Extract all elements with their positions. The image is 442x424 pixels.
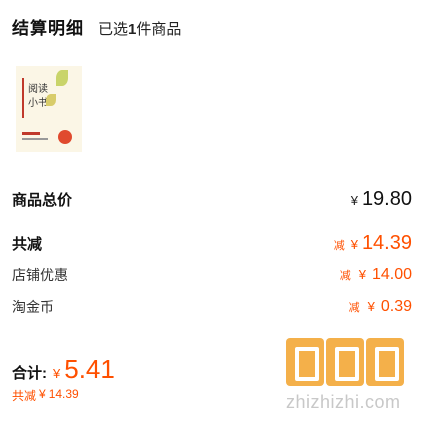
thumbnail-dot [58, 130, 72, 144]
thumbnail-text-1: 阅读 [28, 84, 48, 95]
total-price-label: 商品总价 [12, 191, 73, 209]
selected-count-text: 已选1件商品 [98, 18, 181, 39]
currency-symbol: ¥ [350, 192, 358, 208]
taojinbi-row[interactable]: 淘金币 减 ¥ 0.39 [12, 296, 412, 318]
store-discount-value: 减 ¥ 14.00 [340, 266, 412, 284]
total-saved-amount: 14.39 [48, 387, 79, 401]
selected-prefix: 已选 [98, 21, 129, 38]
taojinbi-amount: 0.39 [380, 298, 412, 315]
settlement-header: 结算明细 已选1件商品 [12, 14, 181, 44]
discount-row[interactable]: 共减 减 ¥ 14.39 [12, 230, 412, 256]
currency-symbol: ¥ [53, 366, 61, 381]
currency-symbol: ¥ [350, 236, 358, 252]
discount-label: 共减 [12, 235, 43, 253]
total-price-amount: 19.80 [361, 187, 412, 210]
discount-tag: 减 [333, 239, 345, 252]
currency-symbol: ¥ [358, 267, 366, 282]
product-thumbnail[interactable]: 阅读 小书 [16, 66, 82, 152]
total-saved-label: 共减 [12, 389, 37, 403]
taojinbi-value: 减 ¥ 0.39 [349, 298, 412, 316]
currency-symbol: ¥ [39, 387, 46, 401]
grand-total-amount: 5.41 [64, 354, 115, 384]
total-saved: 共减 ¥ 14.39 [12, 387, 115, 404]
total-price-value: ¥ 19.80 [351, 188, 412, 211]
currency-symbol: ¥ [367, 299, 375, 314]
store-discount-label: 店铺优惠 [12, 267, 68, 283]
page-title: 结算明细 [12, 19, 84, 38]
discount-tag: 减 [348, 302, 360, 314]
watermark-block [326, 338, 364, 386]
watermark-block [366, 338, 404, 386]
discount-amount: 14.39 [361, 231, 412, 254]
leaf-decoration [56, 70, 68, 86]
discount-value: 减 ¥ 14.39 [334, 232, 412, 255]
thumbnail-text-2: 小书 [28, 98, 48, 109]
discount-tag: 减 [339, 270, 351, 282]
selected-suffix: 件商品 [136, 21, 182, 38]
grand-total: 合计: ¥ 5.41 [12, 354, 115, 385]
store-discount-amount: 14.00 [371, 266, 412, 283]
watermark: zhizhizhi.com [286, 338, 436, 418]
thumbnail-bar [22, 138, 48, 140]
grand-total-label: 合计: [12, 365, 47, 382]
watermark-logo [286, 338, 436, 386]
watermark-text: zhizhizhi.com [286, 392, 401, 412]
checkout-summary: 合计: ¥ 5.41 共减 ¥ 14.39 [12, 354, 115, 404]
taojinbi-label: 淘金币 [12, 299, 54, 315]
leaf-decoration [46, 94, 56, 106]
total-price-row: 商品总价 ¥ 19.80 [12, 186, 412, 212]
store-discount-row[interactable]: 店铺优惠 减 ¥ 14.00 [12, 264, 412, 286]
watermark-block [286, 338, 324, 386]
thumbnail-bar [22, 132, 40, 135]
